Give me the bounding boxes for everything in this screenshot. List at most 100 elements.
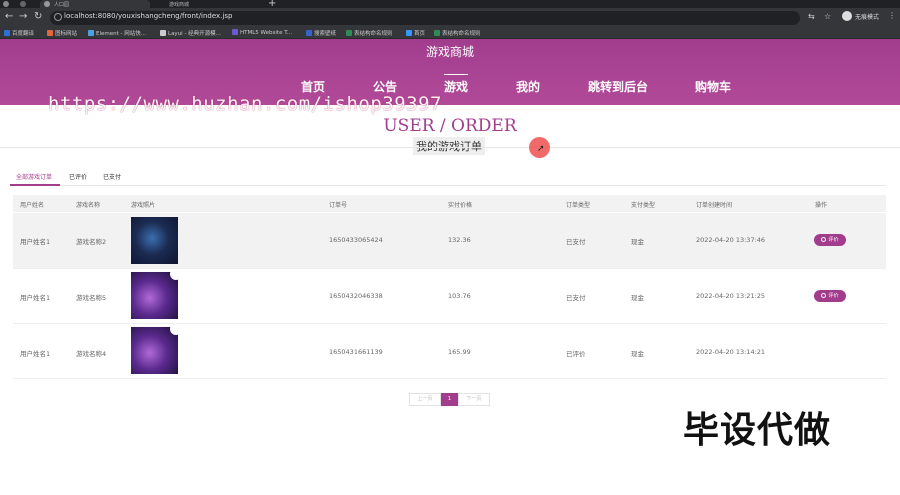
site-title: 游戏商城	[425, 45, 474, 59]
game-thumbnail	[131, 217, 178, 264]
review-button[interactable]: 评价	[814, 234, 846, 246]
bookmark-icon	[406, 30, 412, 36]
bookmark-item[interactable]: Element - 网站快...	[88, 29, 146, 37]
back-icon[interactable]: ←	[5, 11, 13, 22]
tabs-divider	[10, 185, 886, 186]
review-icon	[821, 237, 827, 242]
column-header: 订单类型	[566, 202, 591, 209]
bookmark-item[interactable]: Layui - 经典开源模...	[160, 29, 221, 37]
section-title: USER / ORDER	[383, 116, 517, 136]
bookmark-item[interactable]: 表结构命名规则	[434, 29, 481, 37]
column-header: 订单创建时间	[696, 202, 733, 209]
next-page-button[interactable]: 下一页	[458, 393, 490, 406]
column-header: 用户姓名	[20, 202, 45, 209]
cell-created: 2022-04-20 13:14:21	[696, 348, 766, 356]
browser-menu-dots-icon[interactable]: ⋮	[888, 11, 896, 20]
watermark-url: https://www.huzhan.com/ishop39397	[48, 93, 442, 115]
bookmark-item[interactable]: 搜索壁纸	[306, 29, 336, 37]
bookmark-icon	[4, 30, 10, 36]
bookmark-icon	[434, 30, 440, 36]
cell-created: 2022-04-20 13:37:46	[696, 236, 766, 244]
bookmark-label: 表结构命名规则	[442, 31, 481, 37]
cell-price: 132.36	[448, 236, 471, 244]
forward-icon[interactable]: →	[19, 11, 27, 22]
cell-pay-type: 现金	[631, 294, 644, 302]
bookmark-icon	[88, 30, 94, 36]
browser-toolbar: ← → ↻ localhost:8080/youxishangcheng/fro…	[0, 8, 900, 28]
bookmark-star-icon[interactable]: ☆	[824, 12, 831, 21]
nav-mine[interactable]: 我的	[516, 78, 540, 95]
tab-favicon-icon	[44, 1, 50, 7]
bookmark-item[interactable]: 首页	[406, 29, 425, 37]
review-icon	[821, 293, 827, 298]
column-header: 订单号	[329, 202, 348, 209]
tab-paid[interactable]: 已支付	[103, 172, 121, 181]
bookmark-item[interactable]: 图标网站	[47, 29, 77, 37]
bookmark-item[interactable]: 表结构命名规则	[346, 29, 393, 37]
bookmark-icon	[306, 30, 312, 36]
prev-page-button[interactable]: 上一页	[409, 393, 441, 406]
bookmark-label: 首页	[414, 31, 426, 37]
cell-order-no: 1650433065424	[329, 236, 383, 244]
bookmark-label: Element - 网站快...	[96, 31, 146, 37]
cell-pay-type: 现金	[631, 238, 644, 246]
review-button-label: 评价	[828, 237, 839, 243]
browser-menu-icon[interactable]	[3, 1, 9, 7]
reload-icon[interactable]: ↻	[34, 11, 42, 22]
bookmark-icon	[47, 30, 53, 36]
mouse-cursor-icon: ➚	[537, 144, 545, 154]
review-button[interactable]: 评价	[814, 290, 846, 302]
cell-user: 用户姓名1	[20, 238, 51, 246]
overlay-watermark: 毕设代做	[683, 410, 832, 451]
row-divider	[13, 268, 886, 269]
game-thumbnail	[131, 327, 178, 374]
site-info-icon[interactable]	[54, 13, 62, 21]
bookmark-icon	[346, 30, 352, 36]
bookmark-label: 百度翻译	[12, 31, 35, 37]
game-thumbnail	[131, 272, 178, 319]
cell-game: 游戏名称5	[76, 294, 107, 302]
cell-game: 游戏名称4	[76, 350, 107, 358]
column-header: 游戏照片	[131, 202, 156, 209]
cell-status: 已支付	[566, 238, 586, 246]
profile-label[interactable]: 无痕模式	[855, 12, 879, 21]
nav-games[interactable]: 游戏	[444, 78, 468, 95]
cell-created: 2022-04-20 13:21:25	[696, 292, 766, 300]
github-icon[interactable]	[20, 1, 26, 7]
current-page-button[interactable]: 1	[441, 393, 458, 406]
bookmarks-bar: 百度翻译 图标网站 Element - 网站快... Layui - 经典开源模…	[0, 28, 900, 39]
cell-user: 用户姓名1	[20, 294, 51, 302]
nav-active-indicator	[444, 74, 468, 75]
bookmark-label: HTML5 Website T...	[240, 30, 293, 36]
cell-status: 已支付	[566, 294, 586, 302]
nav-cart[interactable]: 购物车	[695, 78, 731, 95]
browser-tab-1[interactable]: 人口园	[40, 0, 150, 8]
tab-reviewed[interactable]: 已评价	[69, 172, 87, 181]
active-tab-indicator	[10, 184, 60, 186]
nav-admin[interactable]: 跳转到后台	[588, 78, 648, 95]
profile-avatar[interactable]	[842, 11, 852, 21]
bookmark-icon	[232, 29, 238, 35]
browser-tab-2[interactable]: 游戏商城	[155, 0, 260, 8]
review-button-label: 评价	[828, 293, 839, 299]
bookmark-label: 表结构命名规则	[354, 31, 393, 37]
bookmark-label: 图标网站	[55, 31, 78, 37]
translate-icon[interactable]: ⇆	[808, 12, 815, 21]
section-subtitle: 我的游戏订单	[413, 137, 485, 155]
bookmark-item[interactable]: 百度翻译	[4, 29, 34, 37]
bookmark-label: 搜索壁纸	[314, 31, 337, 37]
browser-tab-strip: 人口园 游戏商城 +	[0, 0, 900, 9]
column-header: 实付价格	[448, 202, 473, 209]
tab-all-orders[interactable]: 全部游戏订单	[16, 172, 52, 181]
column-header: 支付类型	[631, 202, 656, 209]
row-divider	[13, 378, 886, 379]
cell-order-no: 1650432046338	[329, 292, 383, 300]
column-header: 游戏名称	[76, 202, 101, 209]
cell-price: 165.99	[448, 348, 471, 356]
browser-tab-1-title: 人口园	[54, 2, 70, 8]
bookmark-item[interactable]: HTML5 Website T...	[232, 29, 292, 36]
bookmark-label: Layui - 经典开源模...	[168, 31, 221, 37]
address-bar[interactable]: localhost:8080/youxishangcheng/front/ind…	[50, 11, 800, 25]
row-divider	[13, 323, 886, 324]
cell-user: 用户姓名1	[20, 350, 51, 358]
